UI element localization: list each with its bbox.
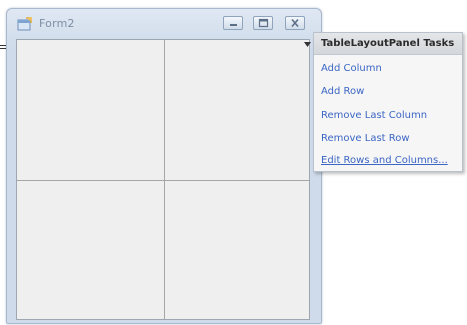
edit-rows-and-columns-link[interactable]: Edit Rows and Columns... — [321, 155, 448, 166]
remove-last-column-link[interactable]: Remove Last Column — [321, 110, 427, 121]
smart-tag-tasks-panel: TableLayoutPanel Tasks Add Column Add Ro… — [313, 32, 463, 172]
add-row-link[interactable]: Add Row — [321, 86, 364, 97]
form-window: Form2 — [6, 8, 322, 324]
minimize-button[interactable] — [223, 16, 243, 30]
title-bar[interactable]: Form2 — [7, 9, 321, 37]
table-cell-r1-c1[interactable] — [17, 40, 164, 180]
table-cell-r2-c2[interactable] — [165, 181, 309, 319]
table-cell-r2-c1[interactable] — [17, 181, 164, 319]
table-cell-r1-c2[interactable] — [165, 40, 309, 180]
form-icon — [17, 16, 33, 31]
close-button[interactable] — [285, 16, 305, 30]
tasks-panel-header: TableLayoutPanel Tasks — [314, 33, 462, 55]
smart-tag-arrow-icon[interactable] — [303, 34, 312, 47]
move-handle-icon[interactable] — [0, 35, 6, 49]
maximize-icon — [258, 18, 269, 28]
tasks-panel-title: TableLayoutPanel Tasks — [321, 38, 455, 49]
add-column-link[interactable]: Add Column — [321, 63, 382, 74]
maximize-button[interactable] — [253, 16, 273, 30]
window-title: Form2 — [39, 17, 75, 30]
remove-last-row-link[interactable]: Remove Last Row — [321, 133, 410, 144]
row-divider[interactable] — [17, 180, 309, 181]
minimize-icon — [230, 24, 237, 26]
table-layout-panel[interactable] — [16, 39, 310, 320]
close-icon — [291, 18, 299, 28]
